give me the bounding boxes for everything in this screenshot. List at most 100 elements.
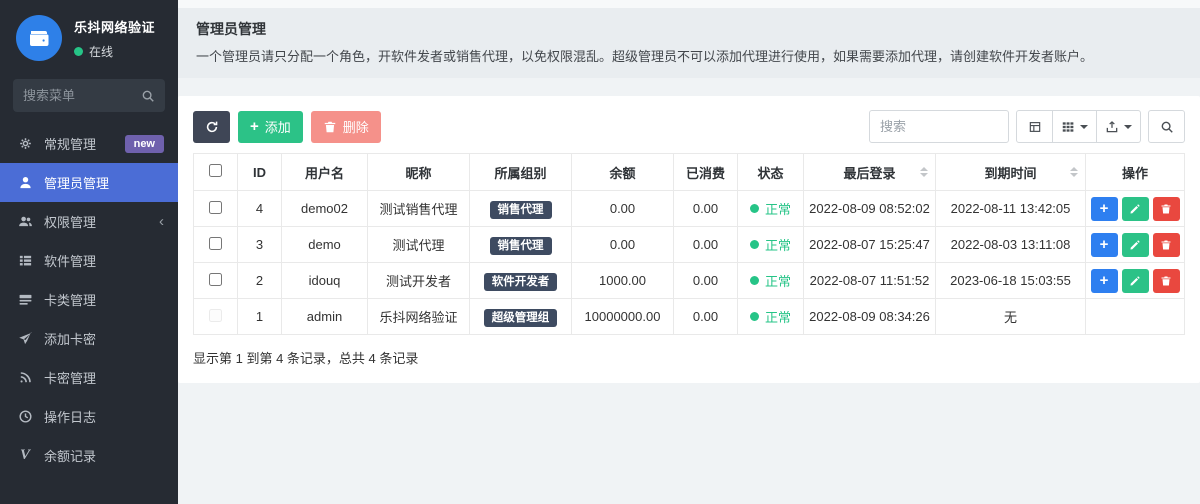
col-header-expire[interactable]: 到期时间 <box>935 153 1086 191</box>
group-badge: 销售代理 <box>489 200 552 219</box>
app-root: 乐抖网络验证 在线 常规管理 new <box>0 0 1200 504</box>
cell-username: idouq <box>281 262 368 299</box>
wallet-logo-icon <box>16 15 62 61</box>
cell-username: demo02 <box>281 190 368 227</box>
cell-last-login: 2022-08-07 11:51:52 <box>803 262 936 299</box>
users-icon <box>17 214 33 230</box>
sort-carets-icon[interactable] <box>1070 167 1078 177</box>
v-icon: V <box>19 447 30 463</box>
page-header: 管理员管理 一个管理员请只分配一个角色，开软件发者或销售代理，以免权限混乱。超级… <box>178 8 1200 78</box>
sidebar-menu: 常规管理 new 管理员管理 权限管理 ‹ 软件管理 卡类管理 添加卡密 卡密管… <box>0 124 178 475</box>
status-badge: 正常 <box>749 271 791 290</box>
cell-balance: 1000.00 <box>571 262 674 299</box>
rss-icon <box>17 370 33 386</box>
add-button[interactable]: + 添加 <box>238 110 303 143</box>
row-actions: + <box>1090 232 1180 257</box>
col-header-status: 状态 <box>737 153 804 191</box>
columns-button[interactable] <box>1053 110 1097 143</box>
table-row: 4 demo02 测试销售代理 销售代理 0.00 0.00 正常 2022-0… <box>193 190 1185 227</box>
sidebar-item-general[interactable]: 常规管理 new <box>0 124 178 163</box>
row-add-button[interactable]: + <box>1090 232 1118 257</box>
row-checkbox-disabled <box>209 308 222 322</box>
sidebar-item-balance[interactable]: V 余额记录 <box>0 436 178 475</box>
refresh-icon <box>205 120 219 134</box>
sidebar-item-label: 常规管理 <box>44 137 97 152</box>
add-button-label: 添加 <box>264 120 291 135</box>
online-status-label: 在线 <box>89 44 114 59</box>
pencil-icon <box>1129 203 1141 215</box>
sidebar-item-label: 权限管理 <box>44 215 97 230</box>
cell-expire: 2023-06-18 15:03:55 <box>935 262 1086 299</box>
status-dot-icon <box>749 240 759 249</box>
cell-balance: 0.00 <box>571 226 674 263</box>
sidebar-item-software[interactable]: 软件管理 <box>0 241 178 280</box>
cell-nickname: 测试销售代理 <box>367 190 470 227</box>
sidebar-item-permissions[interactable]: 权限管理 ‹ <box>0 202 178 241</box>
row-add-button[interactable]: + <box>1090 268 1118 293</box>
sidebar-item-label: 添加卡密 <box>44 332 97 347</box>
table-row: 3 demo 测试代理 销售代理 0.00 0.00 正常 2022-08-07… <box>193 226 1185 263</box>
sort-carets-icon[interactable] <box>920 167 928 177</box>
top-strip <box>178 0 1200 8</box>
trash-icon <box>1160 203 1172 215</box>
sidebar-item-label: 余额记录 <box>44 449 97 464</box>
cell-last-login: 2022-08-09 08:34:26 <box>803 298 936 335</box>
sidebar-item-card-types[interactable]: 卡类管理 <box>0 280 178 319</box>
sidebar-item-add-card[interactable]: 添加卡密 <box>0 319 178 358</box>
plus-icon: + <box>1099 272 1109 289</box>
row-checkbox[interactable] <box>209 200 222 214</box>
app-title: 乐抖网络验证 <box>74 19 156 35</box>
status-badge: 正常 <box>749 235 791 254</box>
col-header-username: 用户名 <box>281 153 368 191</box>
toggle-view-button[interactable] <box>1016 110 1053 143</box>
trash-icon <box>1160 275 1172 287</box>
table-card: + 添加 删除 搜索 ID 用户名 昵称 所属组别 余额 已消费 状态 最后登录… <box>178 96 1200 383</box>
cell-last-login: 2022-08-07 15:25:47 <box>803 226 936 263</box>
plus-icon: + <box>1099 236 1109 253</box>
col-header-last-login[interactable]: 最后登录 <box>803 153 936 191</box>
row-edit-button[interactable] <box>1121 268 1149 293</box>
status-dot-icon <box>749 276 759 285</box>
cell-nickname: 乐抖网络验证 <box>367 298 470 335</box>
sidebar-item-admins[interactable]: 管理员管理 <box>0 163 178 202</box>
row-delete-button[interactable] <box>1152 268 1180 293</box>
sidebar-item-label: 卡类管理 <box>44 293 97 308</box>
export-icon <box>1105 120 1119 134</box>
sidebar: 乐抖网络验证 在线 常规管理 new <box>0 0 178 504</box>
row-checkbox[interactable] <box>209 272 222 286</box>
cell-actions-empty <box>1085 298 1185 335</box>
search-button[interactable] <box>1148 110 1185 143</box>
caret-down-icon <box>1124 124 1132 129</box>
online-dot-icon <box>74 46 83 56</box>
row-delete-button[interactable] <box>1152 196 1180 221</box>
menu-search-input[interactable] <box>23 88 141 103</box>
main-content: 管理员管理 一个管理员请只分配一个角色，开软件发者或销售代理，以免权限混乱。超级… <box>178 0 1200 504</box>
row-edit-button[interactable] <box>1121 196 1149 221</box>
list-icon <box>17 253 33 269</box>
cell-id: 4 <box>237 190 282 227</box>
page-title: 管理员管理 <box>196 21 266 37</box>
refresh-button[interactable] <box>193 110 230 143</box>
sidebar-item-label: 卡密管理 <box>44 371 97 386</box>
sidebar-item-logs[interactable]: 操作日志 <box>0 397 178 436</box>
row-checkbox[interactable] <box>209 236 222 250</box>
col-header-actions: 操作 <box>1085 153 1185 191</box>
select-all-checkbox[interactable] <box>209 164 222 177</box>
row-edit-button[interactable] <box>1121 232 1149 257</box>
cell-username: admin <box>281 298 368 335</box>
table-search-input[interactable] <box>869 110 1009 143</box>
select-all-cell <box>193 153 238 191</box>
group-badge: 软件开发者 <box>483 272 558 291</box>
user-icon <box>17 175 33 191</box>
row-add-button[interactable]: + <box>1090 196 1118 221</box>
export-button[interactable] <box>1097 110 1141 143</box>
delete-button-label: 删除 <box>342 120 369 135</box>
sidebar-item-card-keys[interactable]: 卡密管理 <box>0 358 178 397</box>
delete-button[interactable]: 删除 <box>310 110 381 143</box>
row-actions: + <box>1090 268 1180 293</box>
caret-down-icon <box>1080 124 1088 129</box>
cell-id: 2 <box>237 262 282 299</box>
table-header-row: ID 用户名 昵称 所属组别 余额 已消费 状态 最后登录 到期时间 操作 <box>193 153 1185 191</box>
row-delete-button[interactable] <box>1152 232 1180 257</box>
status-dot-icon <box>749 312 759 321</box>
